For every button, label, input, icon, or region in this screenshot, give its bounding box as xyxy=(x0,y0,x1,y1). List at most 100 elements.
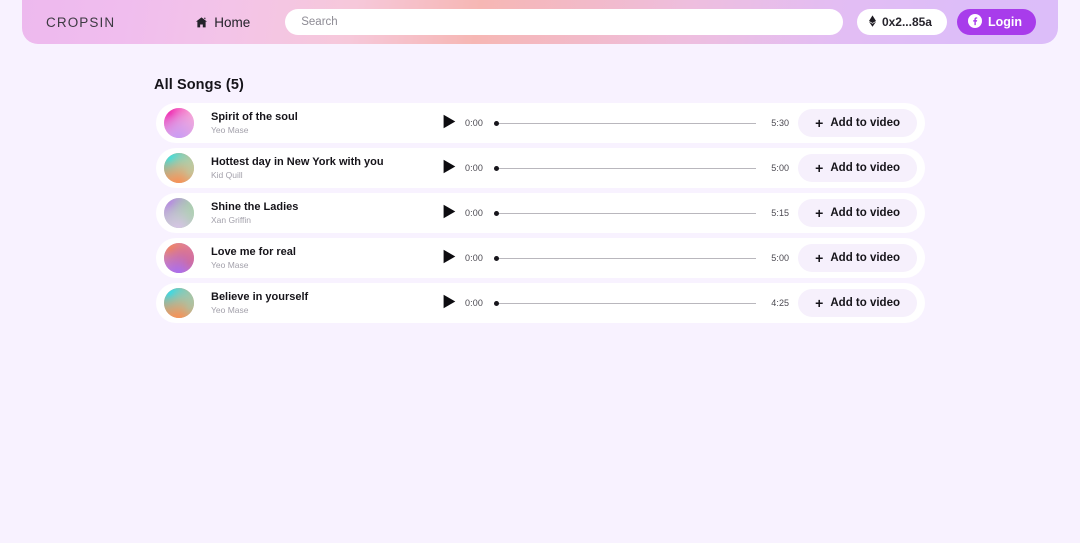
play-button[interactable] xyxy=(439,158,459,178)
progress-track xyxy=(494,167,757,169)
progress-thumb[interactable] xyxy=(494,120,499,126)
album-art xyxy=(164,288,194,318)
play-icon xyxy=(443,204,456,222)
play-button[interactable] xyxy=(439,203,459,223)
plus-icon: + xyxy=(815,159,824,176)
add-to-video-button[interactable]: + Add to video xyxy=(798,109,917,137)
song-title: Believe in yourself xyxy=(211,290,309,303)
song-artist: Yeo Mase xyxy=(211,259,249,270)
header-actions: 0x2...85a Login xyxy=(856,9,1036,35)
search-input[interactable] xyxy=(285,9,844,35)
login-button-label: Login xyxy=(987,15,1022,29)
song-row-1[interactable]: Hottest day in New York with you Kid Qui… xyxy=(156,148,925,188)
song-row-4[interactable]: Believe in yourself Yeo Mase 0:00 4:25 +… xyxy=(156,283,925,323)
song-row-0[interactable]: Spirit of the soul Yeo Mase 0:00 5:30 + … xyxy=(156,103,925,143)
song-artist: Kid Quill xyxy=(211,169,243,180)
plus-icon: + xyxy=(815,249,824,266)
audio-player: 0:00 5:15 xyxy=(439,203,789,223)
progress-thumb[interactable] xyxy=(494,255,499,261)
album-art-gradient xyxy=(164,153,194,183)
song-row-3[interactable]: Love me for real Yeo Mase 0:00 5:00 + Ad… xyxy=(156,238,925,278)
audio-player: 0:00 5:00 xyxy=(439,158,789,178)
wallet-address-chip[interactable]: 0x2...85a xyxy=(856,9,947,35)
album-art xyxy=(164,243,194,273)
add-to-video-button[interactable]: + Add to video xyxy=(798,244,917,272)
song-title: Shine the Ladies xyxy=(211,200,299,213)
song-artist: Yeo Mase xyxy=(211,124,249,135)
add-to-video-button[interactable]: + Add to video xyxy=(798,154,917,182)
current-time-label: 0:00 xyxy=(465,208,483,218)
progress-thumb[interactable] xyxy=(494,210,499,216)
current-time-label: 0:00 xyxy=(465,118,483,128)
add-to-video-label: Add to video xyxy=(830,117,900,129)
add-to-video-label: Add to video xyxy=(830,297,900,309)
facebook-icon xyxy=(967,13,982,31)
progress-thumb[interactable] xyxy=(494,165,499,171)
audio-player: 0:00 5:00 xyxy=(439,248,789,268)
progress-slider[interactable] xyxy=(494,298,757,308)
progress-thumb[interactable] xyxy=(494,300,499,306)
progress-slider[interactable] xyxy=(494,253,757,263)
login-button[interactable]: Login xyxy=(956,9,1036,35)
play-button[interactable] xyxy=(439,293,459,313)
wallet-address-label: 0x2...85a xyxy=(881,15,932,29)
play-icon xyxy=(443,159,456,177)
play-icon xyxy=(443,114,456,132)
song-artist: Xan Griffin xyxy=(211,214,252,225)
duration-label: 5:00 xyxy=(771,163,790,173)
app-header: CROPSIN Home 0x2...85a xyxy=(22,0,1058,44)
page-title: All Songs (5) xyxy=(154,77,244,93)
progress-slider[interactable] xyxy=(494,163,757,173)
add-to-video-label: Add to video xyxy=(830,252,900,264)
add-to-video-label: Add to video xyxy=(830,207,900,219)
play-button[interactable] xyxy=(439,113,459,133)
progress-track xyxy=(494,302,757,304)
add-to-video-button[interactable]: + Add to video xyxy=(798,199,917,227)
play-button[interactable] xyxy=(439,248,459,268)
album-art xyxy=(164,198,194,228)
song-row-2[interactable]: Shine the Ladies Xan Griffin 0:00 5:15 +… xyxy=(156,193,925,233)
audio-player: 0:00 5:30 xyxy=(439,113,789,133)
home-icon xyxy=(195,16,208,29)
duration-label: 5:15 xyxy=(771,208,790,218)
current-time-label: 0:00 xyxy=(465,163,483,173)
song-artist: Yeo Mase xyxy=(211,304,249,315)
song-meta: Love me for real Yeo Mase xyxy=(211,246,431,271)
album-art-gradient xyxy=(164,198,194,228)
nav-item-home[interactable]: Home xyxy=(195,15,250,30)
brand-logo[interactable]: CROPSIN xyxy=(46,15,115,30)
album-art-gradient xyxy=(164,243,194,273)
play-icon xyxy=(443,249,456,267)
song-meta: Believe in yourself Yeo Mase xyxy=(211,291,431,316)
nav-home-label: Home xyxy=(214,14,251,30)
plus-icon: + xyxy=(815,114,824,131)
progress-track xyxy=(494,257,757,259)
song-list: Spirit of the soul Yeo Mase 0:00 5:30 + … xyxy=(156,103,925,323)
album-art xyxy=(164,153,194,183)
add-to-video-button[interactable]: + Add to video xyxy=(798,289,917,317)
duration-label: 5:00 xyxy=(771,253,790,263)
progress-slider[interactable] xyxy=(494,208,757,218)
current-time-label: 0:00 xyxy=(465,253,483,263)
duration-label: 4:25 xyxy=(771,298,790,308)
ethereum-diamond-icon xyxy=(868,14,876,30)
add-to-video-label: Add to video xyxy=(830,162,900,174)
song-meta: Shine the Ladies Xan Griffin xyxy=(211,201,431,226)
play-icon xyxy=(443,294,456,312)
audio-player: 0:00 4:25 xyxy=(439,293,789,313)
plus-icon: + xyxy=(815,294,824,311)
album-art xyxy=(164,108,194,138)
song-title: Love me for real xyxy=(211,245,296,258)
duration-label: 5:30 xyxy=(771,118,790,128)
progress-track xyxy=(494,122,757,124)
album-art-gradient xyxy=(164,288,194,318)
song-meta: Hottest day in New York with you Kid Qui… xyxy=(211,156,431,181)
album-art-gradient xyxy=(164,108,194,138)
progress-track xyxy=(494,212,757,214)
song-meta: Spirit of the soul Yeo Mase xyxy=(211,111,431,136)
progress-slider[interactable] xyxy=(494,118,757,128)
song-title: Hottest day in New York with you xyxy=(211,155,384,168)
song-title: Spirit of the soul xyxy=(211,110,298,123)
search-container xyxy=(285,9,844,35)
plus-icon: + xyxy=(815,204,824,221)
